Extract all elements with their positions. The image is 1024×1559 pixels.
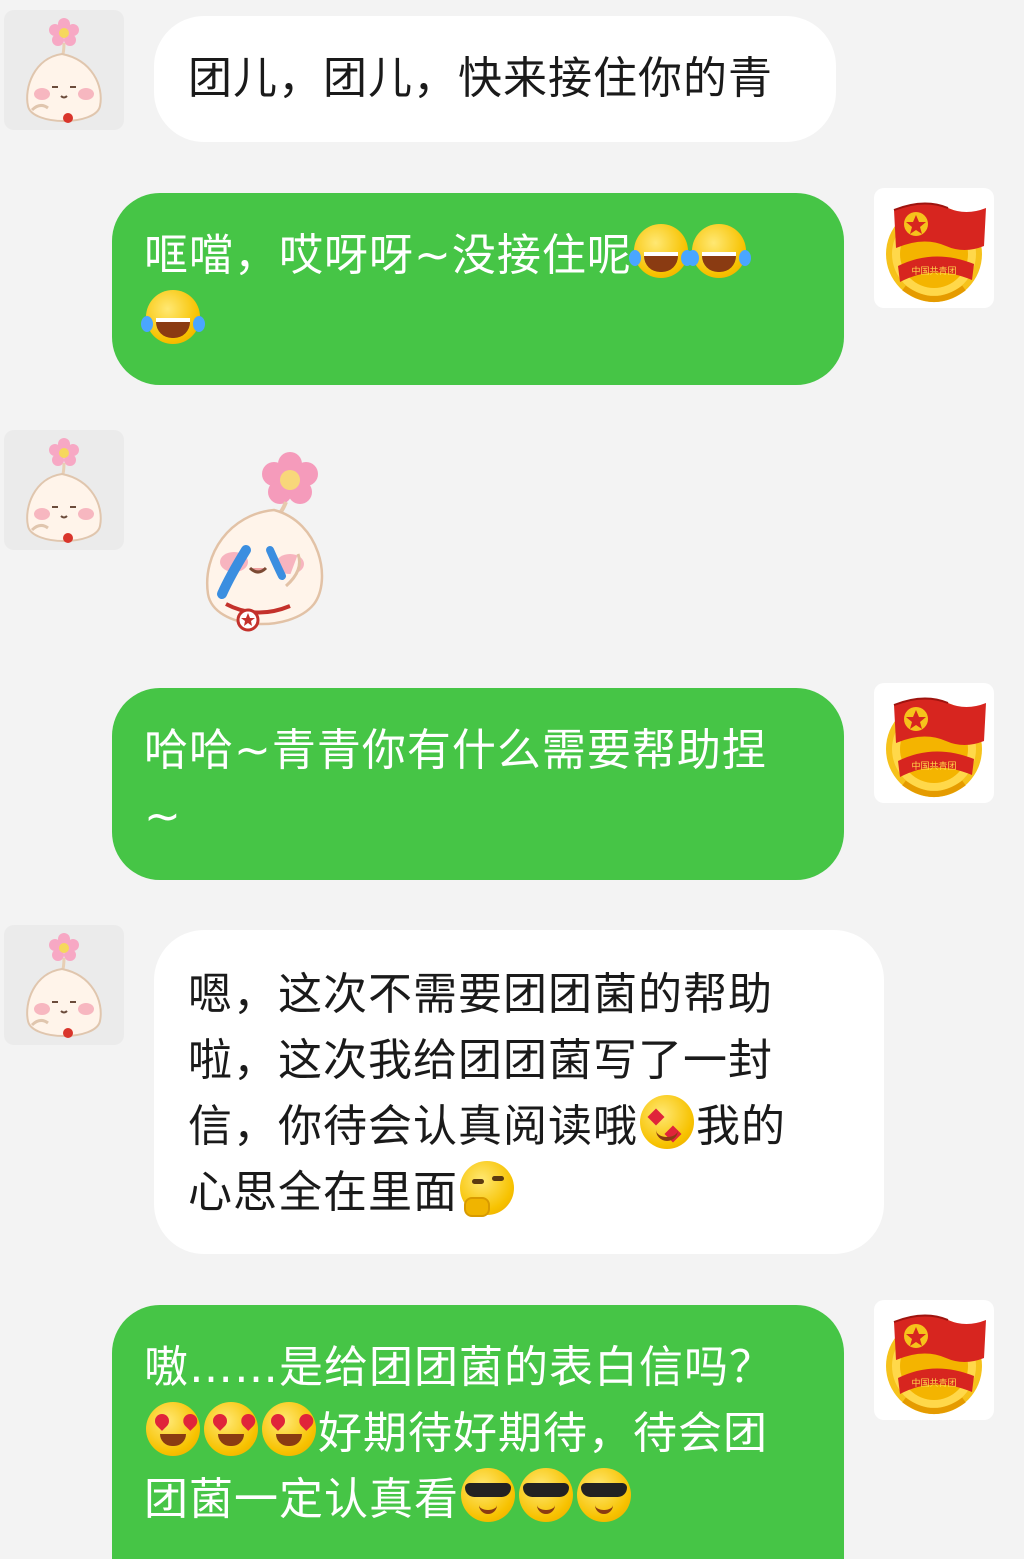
heart-eyes-icon: [204, 1402, 258, 1456]
youth-league-emblem-icon: [874, 683, 994, 803]
outgoing-avatar[interactable]: [874, 188, 994, 308]
heart-eyes-icon: [146, 1402, 200, 1456]
incoming-avatar[interactable]: [4, 10, 124, 130]
message-text: 团菌一定认真看: [144, 1474, 459, 1525]
outgoing-avatar[interactable]: [874, 1300, 994, 1420]
incoming-message-5[interactable]: 嗯，这次不需要团团菌的帮助 啦，这次我给团团菌写了一封 信，你待会认真阅读哦 我的…: [154, 930, 884, 1254]
message-text: 心思全在里面: [188, 1167, 458, 1218]
outgoing-message-2[interactable]: 哐噹，哎呀呀~没接住呢: [112, 193, 844, 385]
message-text: 啦，这次我给团团菌写了一封: [188, 1035, 773, 1086]
tears-of-joy-icon: [141, 290, 200, 344]
crying-dumpling-icon: [205, 452, 324, 632]
outgoing-message-6[interactable]: 嗷……是给团团菌的表白信吗？ 好期待好期待，待会团 团菌一定认真看: [112, 1305, 844, 1559]
message-text: 嗯，这次不需要团团菌的帮助: [188, 969, 773, 1020]
incoming-avatar[interactable]: [4, 430, 124, 550]
sunglasses-face-icon: [461, 1468, 515, 1522]
incoming-message-1[interactable]: 团儿，团儿，快来接住你的青: [154, 16, 836, 142]
outgoing-avatar[interactable]: [874, 683, 994, 803]
outgoing-message-4[interactable]: 哈哈~青青你有什么需要帮助捏 ~: [112, 688, 844, 880]
heart-eyes-icon: [262, 1402, 316, 1456]
youth-league-emblem-icon: [874, 1300, 994, 1420]
message-text: 哈哈~青青你有什么需要帮助捏: [144, 725, 767, 776]
message-text: 好期待好期待，待会团: [318, 1408, 768, 1459]
message-text: 团儿，团儿，快来接住你的青: [188, 53, 773, 104]
crying-dumpling-sticker[interactable]: [186, 444, 336, 640]
dumpling-avatar-icon: [25, 931, 103, 1040]
chat-area: 团儿，团儿，快来接住你的青 哐噹，哎呀呀~没接住呢 哈哈~青青你有什么需要帮助捏…: [0, 0, 1024, 1559]
dumpling-avatar-icon: [25, 436, 103, 545]
message-text: 哐噹，哎呀呀~没接住呢: [144, 230, 632, 281]
message-text: 我的: [696, 1101, 786, 1152]
message-text: ~: [144, 791, 182, 842]
incoming-avatar[interactable]: [4, 925, 124, 1045]
thinking-face-icon: [460, 1161, 514, 1217]
message-text: 嗷……是给团团菌的表白信吗？: [144, 1342, 774, 1393]
sunglasses-face-icon: [519, 1468, 573, 1522]
tears-of-joy-icon: [686, 224, 746, 278]
sunglasses-face-icon: [577, 1468, 631, 1522]
youth-league-emblem-icon: [874, 188, 994, 308]
tears-of-joy-icon: [628, 224, 688, 278]
dumpling-avatar-icon: [25, 16, 103, 125]
message-text: 信，你待会认真阅读哦: [188, 1101, 638, 1152]
star-struck-icon: [640, 1095, 694, 1149]
